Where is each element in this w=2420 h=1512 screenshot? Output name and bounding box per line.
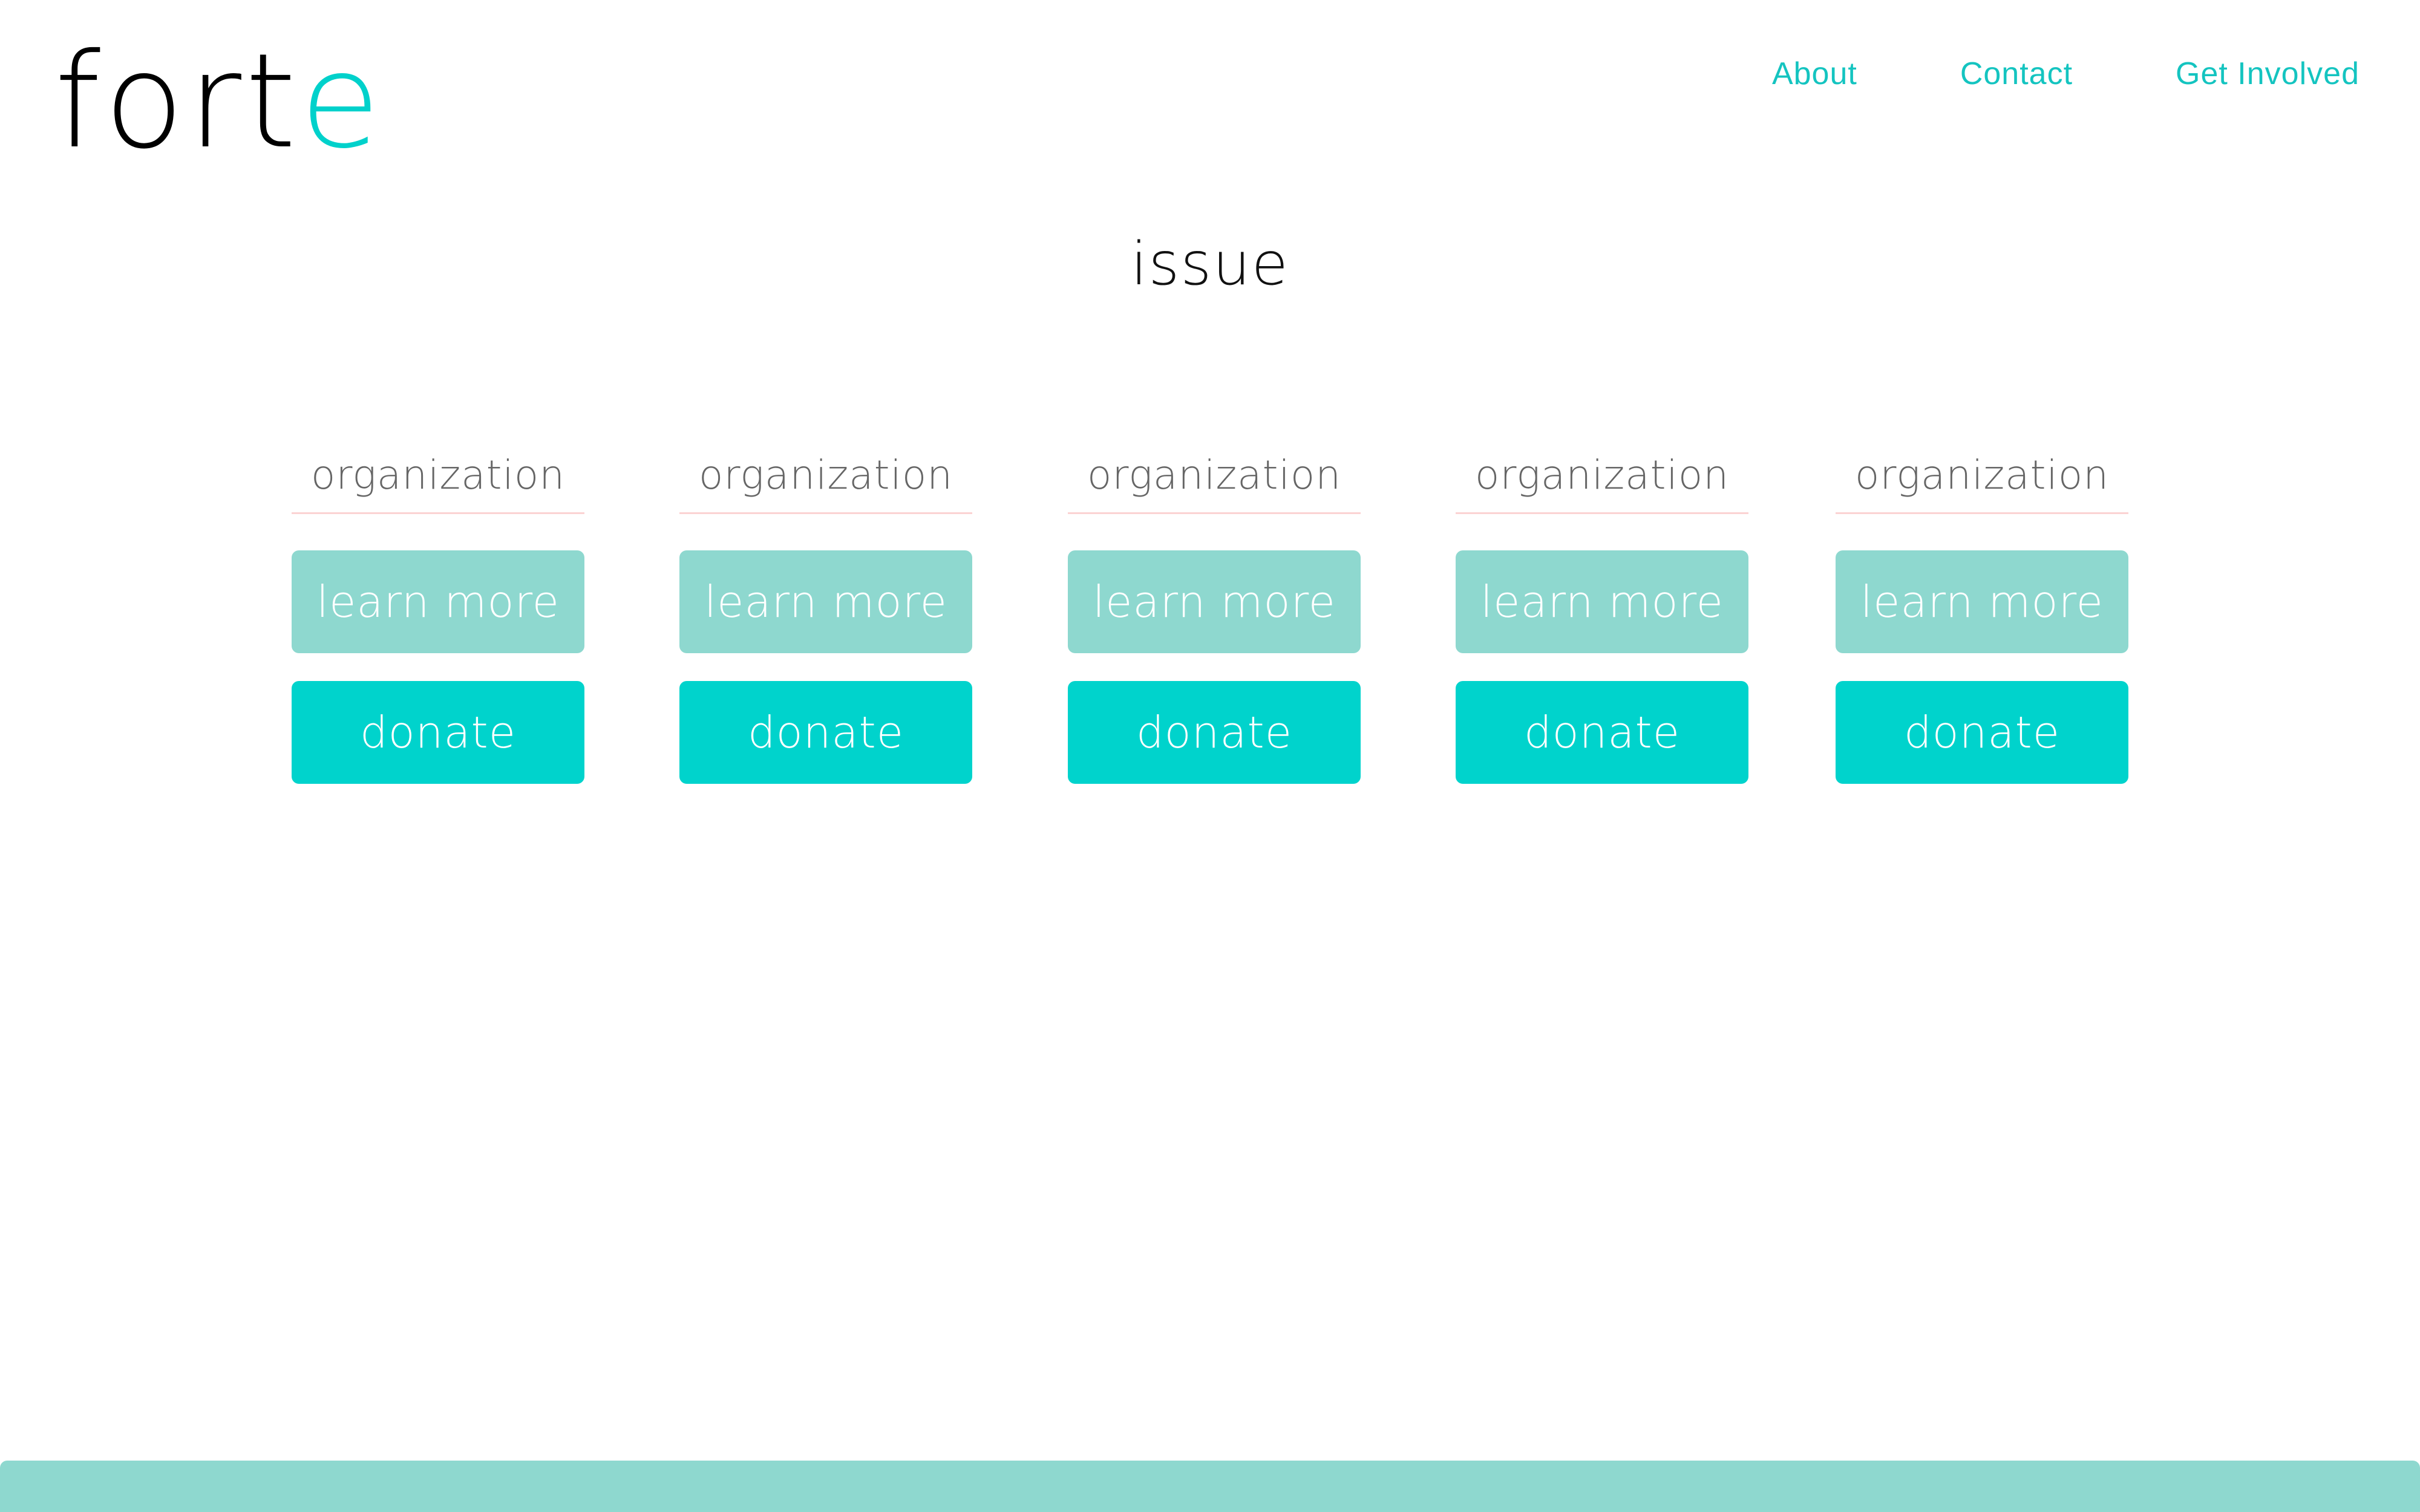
forte-logo[interactable]: forte — [54, 36, 384, 167]
page-title: issue — [1131, 230, 1289, 299]
footer-bar — [0, 1461, 2420, 1512]
page: forte About Contact Get Involved issue o… — [0, 0, 2420, 1512]
donate-button[interactable]: donate — [1456, 681, 1748, 784]
logo-text-t: t — [245, 25, 300, 177]
organization-card: organization learn more donate — [292, 448, 584, 784]
nav-link-get-involved[interactable]: Get Involved — [2176, 56, 2360, 92]
learn-more-button[interactable]: learn more — [292, 550, 584, 653]
donate-button[interactable]: donate — [1836, 681, 2128, 784]
organization-card: organization learn more donate — [1456, 448, 1748, 784]
organization-name: organization — [1068, 448, 1361, 514]
organization-name: organization — [1456, 448, 1748, 514]
organization-name: organization — [679, 448, 972, 514]
learn-more-button[interactable]: learn more — [1068, 550, 1361, 653]
organization-name: organization — [1836, 448, 2128, 514]
learn-more-button[interactable]: learn more — [1456, 550, 1748, 653]
organization-name: organization — [292, 448, 584, 514]
donate-button[interactable]: donate — [679, 681, 972, 784]
learn-more-button[interactable]: learn more — [679, 550, 972, 653]
donate-button[interactable]: donate — [292, 681, 584, 784]
nav-link-about[interactable]: About — [1772, 56, 1857, 92]
organization-card: organization learn more donate — [679, 448, 972, 784]
top-nav: About Contact Get Involved — [1772, 56, 2360, 92]
nav-link-contact[interactable]: Contact — [1960, 56, 2073, 92]
donate-button[interactable]: donate — [1068, 681, 1361, 784]
logo-text-prefix: for — [54, 25, 245, 177]
learn-more-button[interactable]: learn more — [1836, 550, 2128, 653]
organization-card: organization learn more donate — [1068, 448, 1361, 784]
logo-text-suffix: e — [299, 25, 384, 177]
organization-card: organization learn more donate — [1836, 448, 2128, 784]
